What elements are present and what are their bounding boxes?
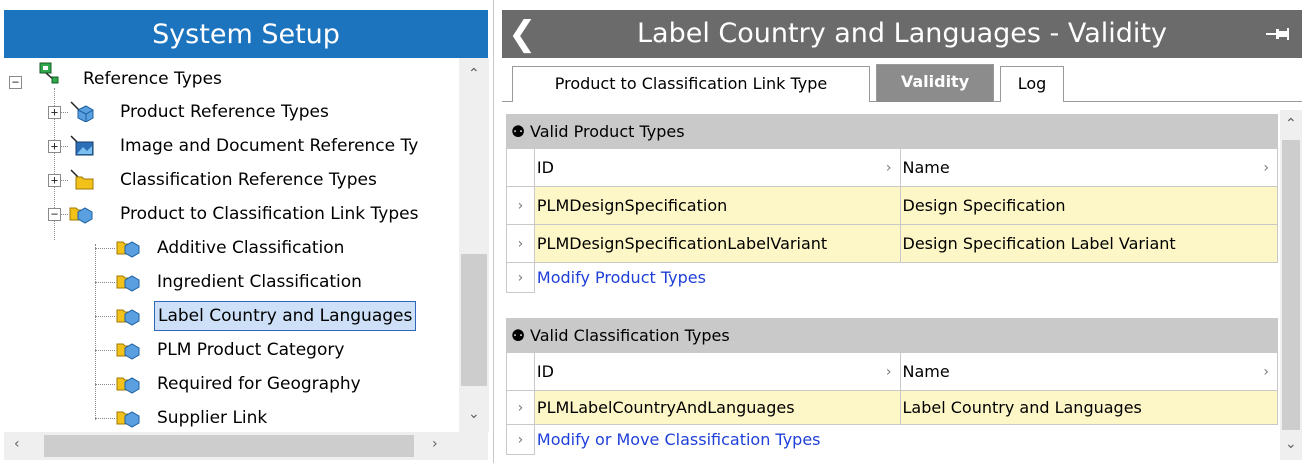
- link-type-icon: [69, 207, 93, 224]
- system-setup-panel: System Setup − Reference Types + Product…: [0, 0, 494, 463]
- tree-item-image-document-reference-types[interactable]: Image and Document Reference Ty: [117, 131, 421, 161]
- cell-id[interactable]: PLMDesignSpecification: [533, 186, 901, 225]
- content-vertical-scrollbar[interactable]: ⌃ ⌄: [1280, 110, 1302, 460]
- link-type-icon: [116, 309, 140, 326]
- tree-item-label-country-and-languages[interactable]: Label Country and Languages: [154, 301, 417, 331]
- table-header-row: ID › Name ›: [506, 352, 1278, 391]
- tree-connector: [95, 384, 115, 385]
- cell-name[interactable]: Design Specification Label Variant: [899, 224, 1279, 263]
- action-row[interactable]: › Modify Product Types: [506, 262, 1278, 293]
- cell-id[interactable]: PLMDesignSpecificationLabelVariant: [533, 224, 901, 263]
- reference-types-icon: [39, 62, 59, 84]
- tree-connector: [95, 282, 115, 283]
- scroll-thumb[interactable]: [44, 435, 414, 457]
- table-header-row: ID › Name ›: [506, 148, 1279, 187]
- scroll-thumb[interactable]: [461, 254, 487, 386]
- table-row[interactable]: › PLMDesignSpecification Design Specific…: [506, 186, 1279, 225]
- tree-item-plm-product-category[interactable]: PLM Product Category: [154, 335, 347, 365]
- column-header-id[interactable]: ID ›: [533, 352, 901, 391]
- tree-item-reference-types[interactable]: Reference Types: [80, 64, 225, 94]
- link-type-icon: [116, 411, 140, 428]
- tree-connector: [95, 418, 115, 419]
- cell-name[interactable]: Label Country and Languages: [899, 390, 1278, 425]
- valid-product-types-table: ID › Name › › PLMDesignSpecification Desig…: [506, 148, 1279, 293]
- scroll-thumb[interactable]: [1282, 140, 1300, 430]
- image-reference-icon: [70, 135, 94, 156]
- scroll-up-icon[interactable]: ⌃: [468, 66, 480, 82]
- collapse-icon[interactable]: −: [48, 208, 61, 221]
- section-title: Valid Classification Types: [530, 325, 730, 345]
- cell-name[interactable]: Design Specification: [899, 186, 1279, 225]
- section-header-valid-classification-types[interactable]: ⚉ Valid Classification Types: [506, 318, 1278, 352]
- pin-icon[interactable]: ⚉: [506, 122, 530, 141]
- scroll-down-icon[interactable]: ⌄: [468, 406, 480, 422]
- sort-chevron-icon[interactable]: ›: [886, 160, 898, 176]
- tree-view: − Reference Types + Product Reference Ty…: [4, 58, 459, 432]
- tree-item-product-reference-types[interactable]: Product Reference Types: [117, 97, 332, 127]
- table-row[interactable]: › PLMDesignSpecificationLabelVariant Des…: [506, 224, 1279, 263]
- row-expand-icon[interactable]: ›: [506, 262, 535, 293]
- collapse-icon[interactable]: −: [9, 76, 22, 89]
- row-expand-icon[interactable]: ›: [506, 424, 535, 455]
- row-selector: [506, 148, 535, 187]
- pin-icon[interactable]: ⚉: [506, 326, 530, 345]
- tree-item-supplier-link[interactable]: Supplier Link: [154, 403, 270, 432]
- link-type-icon: [116, 241, 140, 258]
- cell-id[interactable]: PLMLabelCountryAndLanguages: [533, 390, 901, 425]
- section-title: Valid Product Types: [530, 121, 685, 141]
- scroll-up-icon[interactable]: ⌃: [1285, 116, 1297, 132]
- link-type-icon: [116, 275, 140, 292]
- link-type-icon: [116, 343, 140, 360]
- tree-item-additive-classification[interactable]: Additive Classification: [154, 233, 347, 263]
- tree-item-ingredient-classification[interactable]: Ingredient Classification: [154, 267, 365, 297]
- tree-item-required-for-geography[interactable]: Required for Geography: [154, 369, 364, 399]
- expand-icon[interactable]: +: [48, 106, 61, 119]
- editor-title: Label Country and Languages - Validity: [637, 18, 1167, 49]
- tree-item-product-classification-link-types[interactable]: Product to Classification Link Types: [117, 199, 421, 229]
- row-expand-icon[interactable]: ›: [506, 390, 535, 425]
- section-header-valid-product-types[interactable]: ⚉ Valid Product Types: [506, 114, 1278, 148]
- tree-connector: [95, 316, 115, 317]
- editor-panel: ❮ Label Country and Languages - Validity…: [498, 0, 1306, 463]
- tab-bar: Product to Classification Link Type Vali…: [502, 58, 1302, 102]
- system-setup-header: System Setup: [4, 10, 488, 58]
- table-row[interactable]: › PLMLabelCountryAndLanguages Label Coun…: [506, 390, 1278, 425]
- link-type-icon: [116, 377, 140, 394]
- product-reference-icon: [70, 101, 94, 122]
- valid-classification-types-table: ID › Name › › PLMLabelCountryAndLanguages …: [506, 352, 1278, 455]
- tree-horizontal-scrollbar[interactable]: ‹ ›: [4, 432, 488, 460]
- row-expand-icon[interactable]: ›: [506, 186, 535, 225]
- expand-icon[interactable]: +: [48, 174, 61, 187]
- scroll-left-icon[interactable]: ‹: [14, 436, 20, 452]
- classification-reference-icon: [70, 169, 94, 190]
- tree-connector: [95, 248, 115, 249]
- row-selector: [506, 352, 535, 391]
- modify-classification-types-link[interactable]: Modify or Move Classification Types: [537, 430, 821, 449]
- expand-icon[interactable]: +: [48, 140, 61, 153]
- system-setup-title: System Setup: [152, 18, 340, 50]
- tree-connector: [95, 350, 115, 351]
- column-header-name[interactable]: Name ›: [899, 352, 1278, 391]
- scroll-right-icon[interactable]: ›: [432, 436, 438, 452]
- sort-chevron-icon[interactable]: ›: [886, 364, 898, 380]
- tab-product-classification-link-type[interactable]: Product to Classification Link Type: [512, 66, 870, 102]
- action-row[interactable]: › Modify or Move Classification Types: [506, 424, 1278, 455]
- sort-chevron-icon[interactable]: ›: [1263, 160, 1275, 176]
- pin-icon[interactable]: [1262, 18, 1294, 50]
- row-expand-icon[interactable]: ›: [506, 224, 535, 263]
- tab-log[interactable]: Log: [1000, 66, 1064, 102]
- tree-item-classification-reference-types[interactable]: Classification Reference Types: [117, 165, 380, 195]
- back-icon[interactable]: ❮: [508, 14, 538, 54]
- validity-content: ⚉ Valid Product Types ID › Name › › PLMDes…: [506, 110, 1279, 460]
- modify-product-types-link[interactable]: Modify Product Types: [537, 268, 706, 287]
- tab-validity[interactable]: Validity: [876, 64, 994, 102]
- editor-header: ❮ Label Country and Languages - Validity: [502, 10, 1302, 58]
- tree-vertical-scrollbar[interactable]: ⌃ ⌄: [459, 58, 489, 432]
- column-header-name[interactable]: Name ›: [899, 148, 1279, 187]
- scroll-down-icon[interactable]: ⌄: [1285, 436, 1297, 452]
- tree-connector: [95, 244, 96, 420]
- sort-chevron-icon[interactable]: ›: [1263, 364, 1275, 380]
- column-header-id[interactable]: ID ›: [533, 148, 901, 187]
